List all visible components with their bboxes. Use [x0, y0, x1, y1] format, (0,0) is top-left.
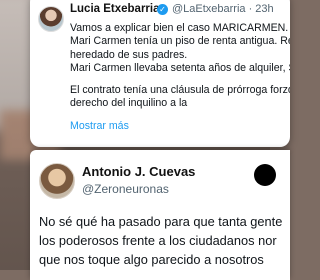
tweet-line: Mari Carmen tenía un piso de renta antig… — [70, 35, 290, 48]
tweet-line: El contrato tenía una cláusula de prórro… — [70, 83, 290, 96]
author-handle-time: @LaEtxebarria · 23h — [172, 3, 274, 15]
verified-badge-icon: ✓ — [157, 4, 168, 15]
tweet-line: derecho del inquilino a la — [70, 96, 188, 109]
tweet-card-lucia[interactable]: Lucia Etxebarria ✓ @LaEtxebarria · 23h V… — [30, 0, 290, 147]
tweet-line: Mari Carmen llevaba setenta años de alqu… — [70, 62, 290, 75]
tweet-text: Vamos a explicar bien el caso MARICARMEN… — [70, 22, 290, 110]
tweet-line: No sé qué ha pasado para que tanta gente — [39, 214, 283, 229]
author-handle: @Zeroneuronas — [82, 182, 169, 196]
tweet-text: No sé qué ha pasado para que tanta gente… — [39, 212, 290, 269]
author-name[interactable]: Antonio J. Cuevas — [82, 164, 195, 179]
tweet-card-antonio[interactable]: Antonio J. Cuevas @Zeroneuronas No sé qu… — [30, 150, 290, 280]
avatar[interactable] — [38, 6, 64, 32]
avatar[interactable] — [39, 163, 75, 199]
author-name[interactable]: Lucia Etxebarria — [70, 3, 159, 15]
tweet-line: que nos toque algo parecido a nosotros — [39, 252, 264, 267]
tweet-line: los poderosos frente a los ciudadanos no… — [39, 233, 277, 248]
show-more-link[interactable]: Mostrar más — [70, 120, 129, 132]
tweet-line: Vamos a explicar bien el caso MARICARMEN… — [70, 22, 289, 34]
x-logo-icon — [254, 164, 276, 186]
tweet-line: heredado de sus padres. — [70, 48, 188, 61]
